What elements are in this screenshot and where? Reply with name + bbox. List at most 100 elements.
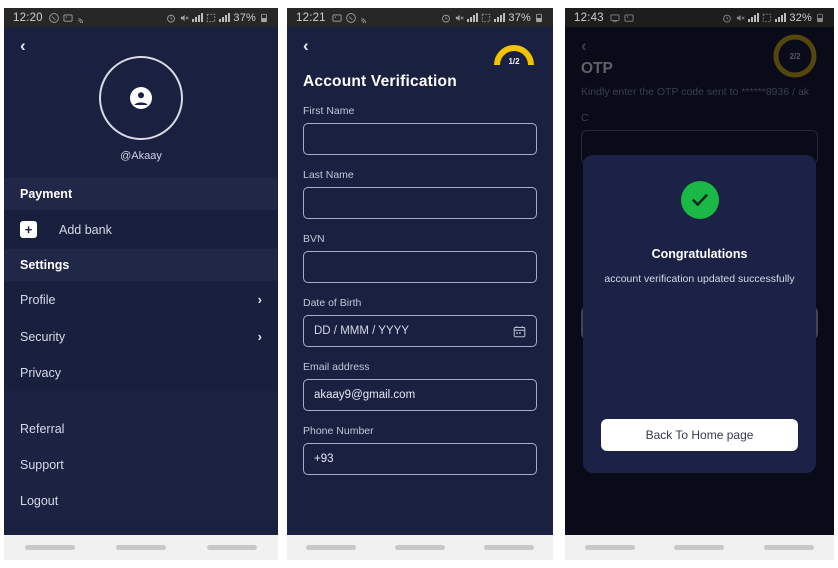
profile-menu-screen: ‹ @Akaay Payment + Add bank Settings Pro… — [4, 27, 278, 535]
phone-screen-profile-menu: 12:20 37% ‹ @Akaay Payment + Add bank Se… — [4, 8, 278, 560]
plus-icon: + — [20, 221, 37, 238]
first-name-input[interactable] — [303, 123, 537, 155]
settings-items: Profile › Security › Privacy — [4, 281, 278, 391]
field-email: Email address akaay9@gmail.com — [303, 361, 537, 411]
menu-item-label: Profile — [20, 292, 56, 307]
field-phone-number: Phone Number +93 — [303, 425, 537, 475]
field-last-name: Last Name — [303, 169, 537, 219]
alarm-icon — [723, 14, 732, 22]
last-name-input[interactable] — [303, 187, 537, 219]
signal-icon-2 — [219, 13, 231, 22]
field-label: Email address — [303, 361, 370, 373]
screen-header: ‹ 1/2 — [287, 27, 553, 67]
home-button[interactable] — [115, 545, 166, 550]
menu-item-label: Privacy — [20, 366, 61, 380]
field-label: Last Name — [303, 169, 354, 181]
field-label: Date of Birth — [303, 297, 362, 309]
back-button[interactable]: ‹ — [303, 35, 335, 54]
status-time: 12:20 — [13, 11, 43, 24]
mute-icon — [456, 14, 465, 21]
menu-item-security[interactable]: Security › — [4, 318, 278, 355]
menu-item-label: Support — [20, 458, 64, 472]
menu-item-label: Add bank — [59, 222, 112, 237]
sim-icon — [482, 13, 491, 22]
phone-screen-account-verification: 12:21 37% ‹ 1/2 Account Verification Fir… — [287, 8, 553, 560]
menu-item-label: Logout — [20, 494, 59, 508]
section-header-settings: Settings — [4, 249, 278, 281]
sim-icon — [207, 13, 216, 22]
progress-label: 1/2 — [508, 57, 520, 66]
signal-icon-2 — [494, 13, 506, 22]
alarm-icon — [167, 14, 176, 22]
sim-icon — [763, 13, 772, 22]
field-date-of-birth: Date of Birth DD / MMM / YYYY — [303, 297, 537, 347]
android-navigation-bar — [565, 535, 834, 560]
page-title: Account Verification — [303, 73, 457, 90]
monitor-icon — [610, 13, 620, 22]
modal-message: account verification updated successfull… — [604, 273, 795, 285]
whatsapp-icon — [48, 12, 59, 23]
menu-item-logout[interactable]: Logout — [4, 483, 278, 519]
section-header-payment: Payment — [4, 178, 278, 210]
back-button[interactable] — [764, 545, 815, 550]
signal-icon — [748, 13, 760, 22]
home-button[interactable] — [674, 545, 725, 550]
battery-label: 37% — [233, 11, 256, 24]
mute-icon — [737, 14, 746, 21]
cast-icon — [77, 17, 83, 23]
phone-number-input[interactable]: +93 — [303, 443, 537, 475]
image-icon — [332, 13, 342, 22]
back-button[interactable] — [483, 545, 534, 550]
whatsapp-icon — [345, 12, 356, 23]
image-icon — [624, 13, 634, 22]
status-time: 12:43 — [574, 11, 604, 24]
android-navigation-bar — [287, 535, 553, 560]
field-label: Phone Number — [303, 425, 374, 437]
recents-button[interactable] — [24, 545, 75, 550]
menu-item-profile[interactable]: Profile › — [4, 281, 278, 318]
status-left-icons — [332, 12, 370, 23]
back-to-home-button[interactable]: Back To Home page — [601, 419, 798, 451]
screenshot-stage: 12:20 37% ‹ @Akaay Payment + Add bank Se… — [0, 0, 838, 568]
calendar-icon[interactable] — [513, 325, 526, 338]
status-bar: 12:21 37% — [287, 8, 553, 27]
otp-screen: ‹ 2/2 OTP Kindly enter the OTP code sent… — [565, 27, 834, 535]
status-left-icons — [48, 12, 87, 23]
status-bar: 12:43 32% — [565, 8, 834, 27]
menu-item-add-bank[interactable]: + Add bank — [4, 210, 278, 249]
status-time: 12:21 — [296, 11, 326, 24]
battery-label: 32% — [789, 11, 812, 24]
home-button[interactable] — [394, 545, 445, 550]
verification-form: First Name Last Name BVN Date of Birth D… — [287, 105, 553, 475]
battery-icon — [536, 13, 542, 22]
email-input[interactable]: akaay9@gmail.com — [303, 379, 537, 411]
menu-item-referral[interactable]: Referral — [4, 411, 278, 447]
status-left-icons — [610, 13, 634, 23]
battery-icon — [817, 13, 823, 22]
phone-screen-otp-success: 12:43 32% ‹ — [565, 8, 834, 560]
modal-title: Congratulations — [651, 247, 748, 261]
recents-button[interactable] — [306, 545, 357, 550]
recents-button[interactable] — [584, 545, 635, 550]
back-button[interactable]: ‹ — [4, 27, 36, 54]
progress-ring: 1/2 — [491, 35, 537, 67]
status-right-icons: 37% — [441, 12, 544, 24]
date-of-birth-input[interactable]: DD / MMM / YYYY — [303, 315, 537, 347]
signal-icon — [467, 13, 479, 22]
image-icon — [63, 13, 73, 22]
status-right-icons: 32% — [722, 12, 825, 24]
field-bvn: BVN — [303, 233, 537, 283]
menu-divider — [4, 391, 278, 411]
account-verification-screen: ‹ 1/2 Account Verification First Name La… — [287, 27, 553, 535]
bvn-input[interactable] — [303, 251, 537, 283]
field-value: akaay9@gmail.com — [314, 389, 416, 401]
field-label: BVN — [303, 233, 325, 245]
payment-items: + Add bank — [4, 210, 278, 249]
menu-item-support[interactable]: Support — [4, 447, 278, 483]
avatar[interactable] — [99, 56, 183, 140]
chevron-right-icon: › — [257, 329, 262, 344]
android-navigation-bar — [4, 535, 278, 560]
field-first-name: First Name — [303, 105, 537, 155]
back-button[interactable] — [207, 545, 258, 550]
menu-item-privacy[interactable]: Privacy — [4, 355, 278, 391]
